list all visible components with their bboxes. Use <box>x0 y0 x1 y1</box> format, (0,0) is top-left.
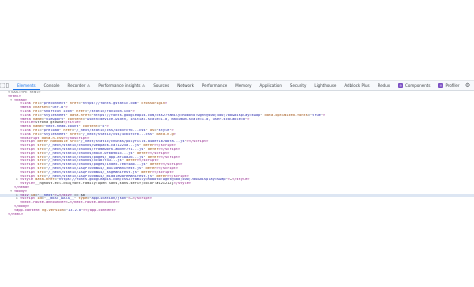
dom-node-markup: <script src="/_next/static/chunks/main-0… <box>20 151 170 155</box>
dom-node-markup: <noscript data-n-css></noscript> <box>20 136 90 140</box>
dom-node-markup: <link rel="stylesheet" data-href="https:… <box>20 113 326 117</box>
tab-label: Network <box>177 83 194 88</box>
tab-network[interactable]: Network <box>173 81 198 90</box>
tab-label: Elements <box>16 82 36 88</box>
tab-application[interactable]: Application <box>256 81 286 90</box>
dom-node-markup: <meta name="next-head-count" content="5"… <box>20 125 109 129</box>
react-icon: ⚛ <box>438 83 444 88</box>
tab-label: Application <box>259 83 282 88</box>
dom-node-markup: </html> <box>8 212 24 216</box>
tab-label: Memory <box>235 83 252 88</box>
dom-node-markup: <next-route-announcer>…</next-route-anno… <box>20 201 120 205</box>
tab-label: Recorder ⚠ <box>67 83 91 88</box>
tab-label: Performance insights ⚠ <box>98 83 146 88</box>
dom-node-markup: <script src="/_next/static/chunks/pages/… <box>20 155 181 159</box>
toolbar-right-icons: ⚙ ⋮ ✕ <box>464 81 474 90</box>
device-toolbar-icon[interactable]: ▯ <box>6 81 9 90</box>
dom-node-markup: <meta charset="utf-8"> <box>20 106 68 110</box>
dom-node-markup: <script id="__NEXT_DATA__" type="applica… <box>20 197 153 201</box>
elements-dom-tree: <!DOCTYPE html> <html> ▾ <head> <link rel="p… <box>0 91 474 261</box>
dom-node-markup: <link rel="preconnect" href="https://fon… <box>20 102 168 106</box>
tab-performance[interactable]: Performance <box>198 81 231 90</box>
tab-components[interactable]: ⚛ Components <box>394 81 434 90</box>
dom-node-markup: <head> <box>14 98 27 102</box>
dom-node-markup: <html> <box>8 94 21 98</box>
tab-console[interactable]: Console <box>40 81 64 90</box>
dom-node-markup: <div id="__next">…</div> == $0 <box>20 193 85 197</box>
tab-sources[interactable]: Sources <box>149 81 173 90</box>
tab-security[interactable]: Security <box>286 81 310 90</box>
tab-memory[interactable]: Memory <box>231 81 255 90</box>
tab-recorder[interactable]: Recorder ⚠ <box>64 81 95 90</box>
react-icon: ⚛ <box>398 83 404 88</box>
tab-label: Lighthouse <box>314 83 337 88</box>
devtools-toolbar: ⬚ ▯ Elements Console Recorder ⚠ Performance… <box>0 80 474 91</box>
devtools-tab-strip: Elements Console Recorder ⚠ Performance ins… <box>12 81 464 90</box>
settings-icon[interactable]: ⚙ <box>464 81 472 90</box>
tab-label: Components <box>405 83 431 88</box>
tab-profiler[interactable]: ⚛ Profiler <box>434 81 463 90</box>
tab-redux[interactable]: Redux <box>374 81 395 90</box>
dom-node-markup: <script src="/_next/static/chunks/5c4b7f… <box>20 159 159 163</box>
dom-node-markup: <script src="/_next/static/ZXQPTS98WG4/_… <box>20 170 174 174</box>
tab-label: Sources <box>153 83 170 88</box>
dom-node-markup: <link rel="stylesheet" href="/_next/stat… <box>20 132 176 136</box>
tab-lighthouse[interactable]: Lighthouse <box>310 81 340 90</box>
tab-label: Performance <box>201 83 228 88</box>
tab-label: Adblock Plus <box>344 83 370 88</box>
dom-node-markup: <script src="/_next/static/ZXQPTS98WG4/_… <box>20 166 178 170</box>
dom-node-markup: <app-content ng-version="13.2.0"></app-c… <box>14 208 116 212</box>
tab-label: Console <box>43 83 60 88</box>
tab-elements[interactable]: Elements <box>12 81 40 90</box>
dom-node-markup: <body> <box>14 189 27 193</box>
dom-node-markup: </head> <box>14 185 30 189</box>
dom-node-markup: <style>__nghost-ecl-c63{font-family:Open… <box>20 182 191 186</box>
dom-node-markup: <link rel="shortcut icon" href="/static/… <box>20 109 135 113</box>
tab-label: Redux <box>377 83 391 88</box>
dom-node-markup: <script src="/_next/static/chunks/framew… <box>20 147 181 151</box>
tab-label: Profiler <box>445 83 460 88</box>
tab-performance-insights[interactable]: Performance insights ⚠ <box>94 81 149 90</box>
dom-node-markup: <style data-href="https://fonts.googleap… <box>20 178 250 182</box>
dom-node-markup: <script defer nomodule src="/_next/stati… <box>20 140 209 144</box>
dom-node-markup: <link rel="preload" href="/_next/static/… <box>20 128 174 132</box>
dom-node-markup: <title>Strona główna</title> <box>20 121 81 125</box>
dom-node-markup: <!DOCTYPE html> <box>8 91 41 94</box>
dom-node-line[interactable]: </html> <box>0 213 474 217</box>
dom-node-markup: </body> <box>14 204 30 208</box>
dom-node-markup: <script src="/_next/static/chunks/pages/… <box>20 163 183 167</box>
tab-adblock-plus[interactable]: Adblock Plus <box>340 81 373 90</box>
dom-node-markup: <script src="/_next/static/ZXQPTS98WG4/_… <box>20 174 189 178</box>
dom-node-markup: <script src="/_next/static/chunks/webpac… <box>20 144 176 148</box>
dom-node-markup: <meta name="viewport" content="width=dev… <box>20 117 250 121</box>
tab-label: Security <box>289 83 307 88</box>
